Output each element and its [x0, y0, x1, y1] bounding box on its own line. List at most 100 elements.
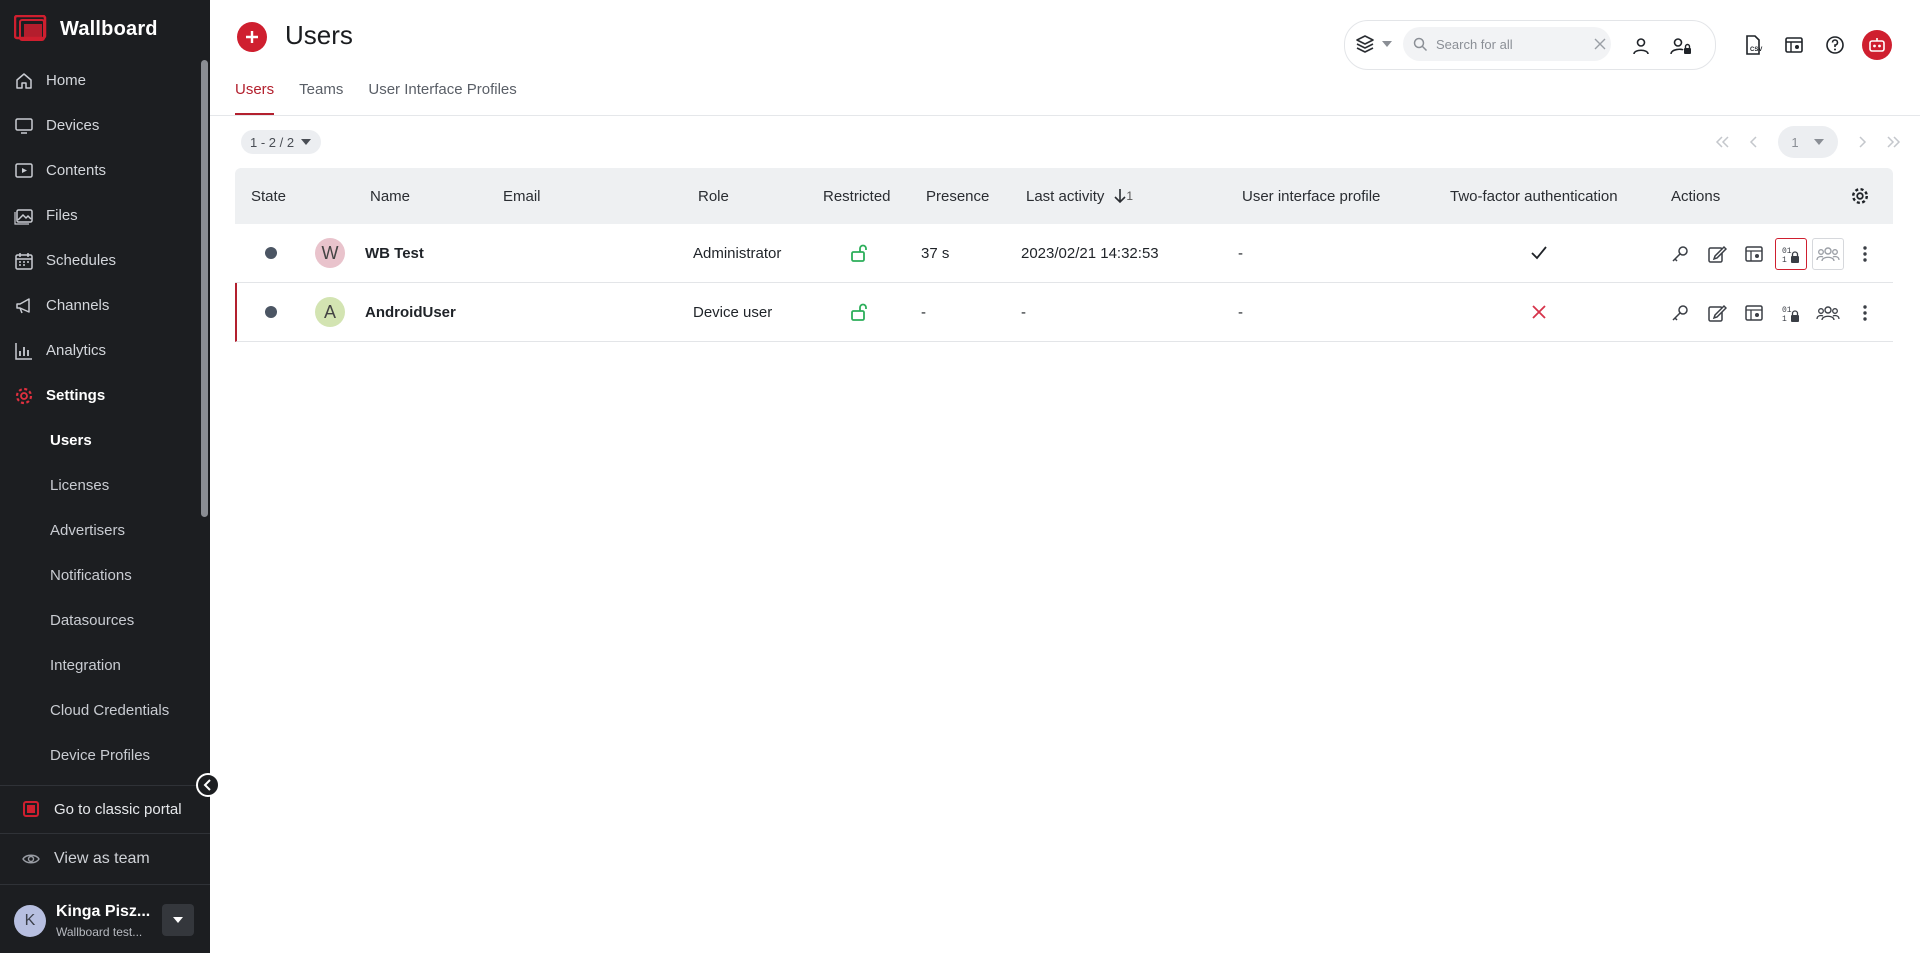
classic-portal-icon	[22, 800, 40, 818]
view-as-team-link[interactable]: View as team	[22, 846, 150, 872]
csv-export-icon[interactable]: CSV	[1740, 32, 1766, 58]
caret-down-icon	[300, 138, 312, 146]
tab-users[interactable]: Users	[235, 78, 275, 116]
settings-sub-device-profiles[interactable]: Device Profiles	[0, 733, 200, 778]
nav-item-schedules[interactable]: Schedules	[0, 238, 200, 283]
previous-page-button[interactable]	[1740, 128, 1768, 156]
current-user[interactable]: K Kinga Pisz... Wallboard test...	[14, 896, 194, 946]
table-settings-icon[interactable]	[1850, 168, 1870, 224]
nav-item-label: Files	[46, 207, 78, 224]
range-label: 1 - 2 / 2	[250, 134, 295, 150]
help-icon[interactable]	[1822, 32, 1848, 58]
caret-down-icon	[1381, 40, 1393, 48]
device-settings-icon[interactable]	[1781, 32, 1807, 58]
user-last-activity: 2023/02/21 14:32:53	[1021, 244, 1159, 262]
tab-teams[interactable]: Teams	[299, 78, 343, 116]
nav-item-files[interactable]: Files	[0, 193, 200, 238]
nav-item-home[interactable]: Home	[0, 58, 200, 103]
more-options-button[interactable]	[1849, 238, 1881, 270]
column-state[interactable]: State	[251, 168, 286, 224]
add-user-button[interactable]	[237, 22, 267, 52]
device-settings-button[interactable]	[1738, 297, 1770, 329]
last-page-button[interactable]	[1880, 128, 1908, 156]
device-settings-button[interactable]	[1738, 238, 1770, 270]
edit-user-button[interactable]	[1701, 238, 1733, 270]
search-input[interactable]	[1436, 36, 1586, 52]
column-name[interactable]: Name	[370, 168, 410, 224]
nav-item-devices[interactable]: Devices	[0, 103, 200, 148]
user-name[interactable]: AndroidUser	[365, 283, 456, 341]
svg-text:01: 01	[1782, 306, 1792, 315]
page-select[interactable]: 1	[1778, 126, 1838, 158]
tab-user-interface-profiles[interactable]: User Interface Profiles	[368, 78, 516, 116]
state-indicator	[265, 224, 277, 282]
state-indicator	[265, 283, 277, 341]
column-role[interactable]: Role	[698, 168, 729, 224]
reset-password-button[interactable]	[1664, 297, 1696, 329]
page-size-dropdown[interactable]: 1 - 2 / 2	[241, 130, 322, 154]
table-row[interactable]: A AndroidUser Device user - - - 01 1	[235, 283, 1893, 342]
nav-item-analytics[interactable]: Analytics	[0, 328, 200, 373]
svg-text:01: 01	[1782, 247, 1792, 256]
user-lock-icon[interactable]	[1668, 33, 1694, 59]
user-ui-profile: -	[1238, 244, 1243, 262]
svg-text:1: 1	[1782, 256, 1787, 264]
settings-sub-licenses[interactable]: Licenses	[0, 463, 200, 508]
user-search-icon[interactable]	[1628, 33, 1654, 59]
classic-portal-link[interactable]: Go to classic portal	[22, 796, 182, 822]
column-last-activity[interactable]: Last activity 1	[1026, 168, 1133, 224]
unlock-icon	[850, 283, 868, 341]
device-settings-icon	[1744, 244, 1764, 264]
double-chevron-left-icon	[1714, 136, 1730, 148]
settings-sub-integration[interactable]: Integration	[0, 643, 200, 688]
collapse-sidebar-button[interactable]	[196, 773, 220, 797]
settings-sub-datasources[interactable]: Datasources	[0, 598, 200, 643]
nav-item-label: Channels	[46, 297, 110, 314]
user-name[interactable]: WB Test	[365, 224, 424, 282]
layers-icon	[1355, 34, 1375, 54]
wallboard-logo[interactable]: Wallboard	[14, 14, 158, 44]
settings-sub-cloud-credentials[interactable]: Cloud Credentials	[0, 688, 200, 733]
nav-item-contents[interactable]: Contents	[0, 148, 200, 193]
settings-sub-users[interactable]: Users	[0, 418, 200, 463]
page-title: Users	[285, 20, 353, 50]
team-membership-button[interactable]	[1812, 297, 1844, 329]
search-scope-dropdown[interactable]	[1355, 31, 1399, 57]
permissions-button[interactable]: 01 1	[1775, 297, 1807, 329]
more-options-button[interactable]	[1849, 297, 1881, 329]
column-restricted[interactable]: Restricted	[823, 168, 891, 224]
avatar-cell: W	[315, 224, 345, 282]
team-membership-button[interactable]	[1812, 238, 1844, 270]
device-settings-icon	[1744, 303, 1764, 323]
column-user-interface-profile[interactable]: User interface profile	[1242, 168, 1380, 224]
view-as-team-label: View as team	[54, 850, 150, 867]
classic-portal-label: Go to classic portal	[54, 800, 182, 818]
column-two-factor-authentication[interactable]: Two-factor authentication	[1450, 168, 1618, 224]
page-number: 1	[1791, 134, 1799, 150]
user-menu-button[interactable]	[162, 904, 194, 936]
column-email[interactable]: Email	[503, 168, 541, 224]
settings-sub-notifications[interactable]: Notifications	[0, 553, 200, 598]
nav-item-settings[interactable]: Settings	[0, 373, 200, 418]
sidebar-scrollbar[interactable]	[201, 60, 208, 517]
clear-search-icon[interactable]	[1594, 38, 1606, 50]
double-chevron-right-icon	[1886, 136, 1902, 148]
permissions-button[interactable]: 01 1	[1775, 238, 1807, 270]
column-presence[interactable]: Presence	[926, 168, 989, 224]
robot-avatar-icon[interactable]	[1862, 30, 1892, 60]
plus-icon	[244, 29, 260, 45]
key-icon	[1670, 303, 1690, 323]
nav-item-channels[interactable]: Channels	[0, 283, 200, 328]
status-dot	[265, 247, 277, 259]
table-row[interactable]: W WB Test Administrator 37 s 2023/02/21 …	[235, 224, 1893, 283]
nav-item-label: Analytics	[46, 342, 107, 359]
next-page-button[interactable]	[1848, 128, 1876, 156]
gear-icon	[14, 386, 34, 406]
user-organization: Wallboard test...	[56, 925, 143, 939]
reset-password-button[interactable]	[1664, 238, 1696, 270]
first-page-button[interactable]	[1708, 128, 1736, 156]
wallboard-logo-icon	[14, 15, 50, 43]
edit-user-button[interactable]	[1701, 297, 1733, 329]
user-role: Device user	[693, 303, 773, 321]
settings-sub-advertisers[interactable]: Advertisers	[0, 508, 200, 553]
